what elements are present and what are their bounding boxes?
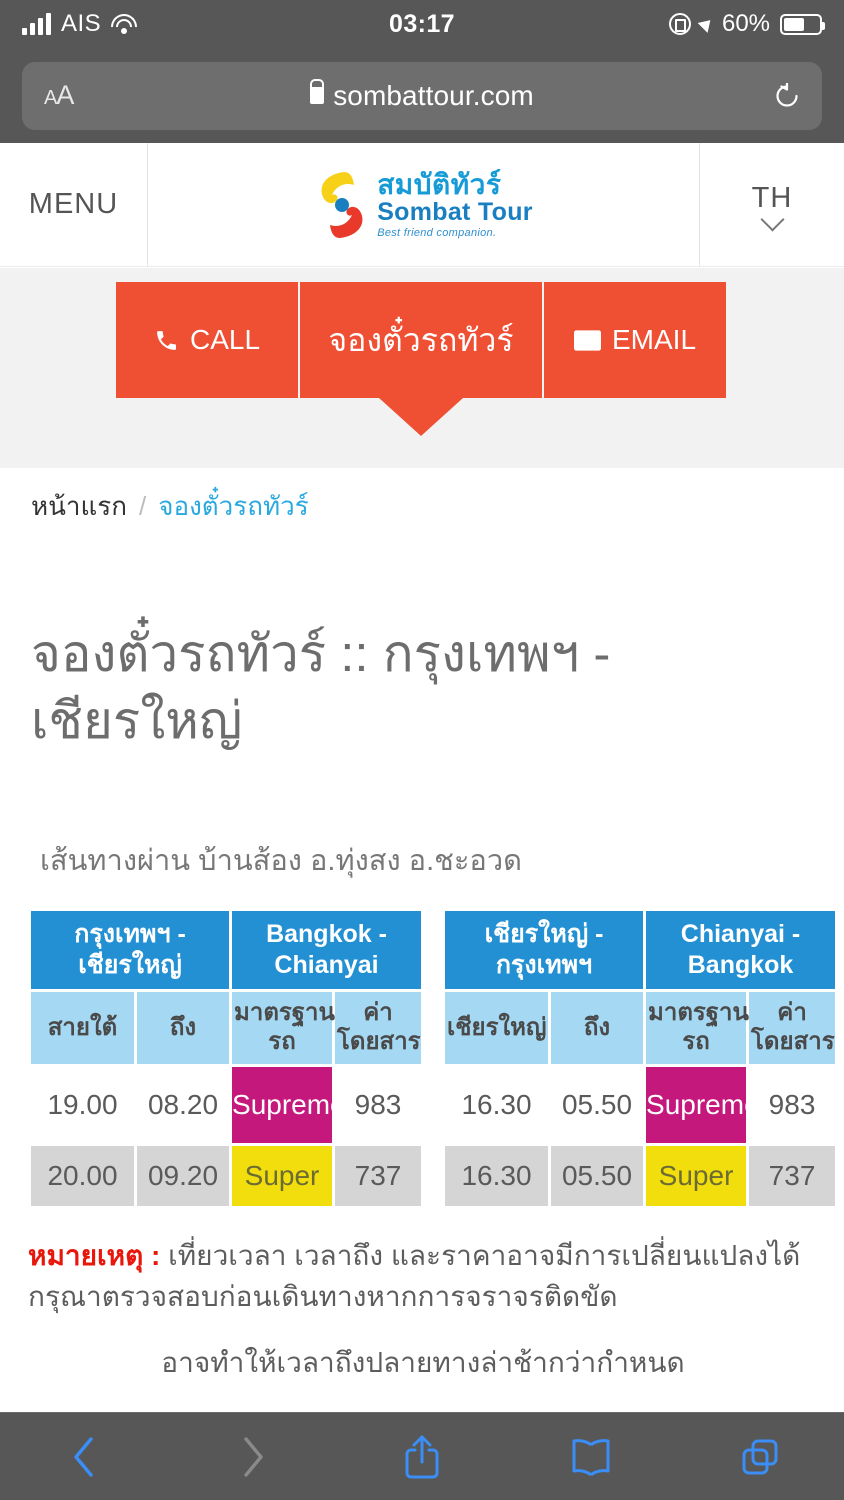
reload-icon[interactable]: [774, 82, 800, 109]
table-header-thai: เชียรใหญ่ - กรุงเทพฯ: [445, 911, 644, 989]
book-ticket-label: จองตั๋วรถทัวร์: [328, 321, 514, 358]
cell-bus-class-supreme: Supreme: [646, 1067, 760, 1143]
battery-percent-label: 60%: [721, 10, 771, 37]
action-button-group: CALL จองตั๋วรถทัวร์ EMAIL: [116, 282, 726, 436]
language-switcher[interactable]: TH: [700, 143, 844, 266]
menu-button[interactable]: MENU: [0, 143, 148, 266]
column-header-bus-class: มาตรฐานรถ: [646, 992, 749, 1064]
battery-icon: [780, 13, 826, 35]
note-line-2: กรุณาตรวจสอบก่อนเดินทางหากการจราจรติดขัด: [28, 1280, 618, 1312]
column-header-fare: ค่าโดยสาร: [335, 992, 422, 1064]
url-text: sombattour.com: [333, 79, 534, 111]
menu-label: MENU: [28, 188, 119, 220]
table-row: 19.00 08.20 Supreme 983: [31, 1067, 422, 1143]
breadcrumb-current-link[interactable]: จองตั๋วรถทัวร์: [158, 486, 308, 527]
table-header-english: Chianyai - Bangkok: [646, 911, 836, 989]
schedule-note: หมายเหตุ : เที่ยวเวลา เวลาถึง และราคาอาจ…: [28, 1236, 818, 1384]
cell-depart: 20.00: [31, 1146, 134, 1206]
cell-fare: 983: [335, 1067, 422, 1143]
breadcrumb: หน้าแรก / จองตั๋วรถทัวร์: [31, 486, 309, 527]
sombat-logo-mark-icon: [314, 169, 370, 241]
phone-icon: [154, 328, 179, 353]
table-header-row: กรุงเทพฯ - เชียรใหญ่ Bangkok - Chianyai: [31, 911, 422, 989]
signal-bars-icon: [22, 13, 51, 35]
wifi-icon: [111, 14, 138, 34]
status-bar-right: 60%: [455, 10, 826, 38]
schedule-table-inbound: เชียรใหญ่ - กรุงเทพฯ Chianyai - Bangkok …: [442, 908, 838, 1209]
table-row: 16.30 05.50 Supreme 983: [445, 1067, 836, 1143]
column-header-arrive: ถึง: [137, 992, 230, 1064]
column-header-fare: ค่าโดยสาร: [749, 992, 836, 1064]
location-arrow-icon: [697, 15, 716, 33]
cell-fare: 737: [749, 1146, 836, 1206]
breadcrumb-home-link[interactable]: หน้าแรก: [31, 486, 127, 527]
cell-arrive: 08.20: [137, 1067, 230, 1143]
rotation-lock-icon: [668, 13, 691, 35]
lock-icon: [310, 79, 325, 104]
safari-url-bar-container: AA sombattour.com: [0, 48, 844, 143]
url-display[interactable]: sombattour.com: [22, 79, 822, 112]
note-line-3: อาจทำให้เวลาถึงปลายทางล่าช้ากว่ากำหนด: [161, 1347, 685, 1379]
book-ticket-button[interactable]: จองตั๋วรถทัวร์: [298, 282, 542, 436]
action-bar: CALL จองตั๋วรถทัวร์ EMAIL: [0, 268, 844, 468]
active-tab-caret-icon: [379, 398, 463, 436]
breadcrumb-separator: /: [138, 491, 147, 521]
cell-bus-class-super: Super: [232, 1146, 333, 1206]
tabs-icon[interactable]: [725, 1427, 795, 1487]
cell-fare: 983: [749, 1067, 836, 1143]
table-row: 20.00 09.20 Super 737: [31, 1146, 422, 1206]
site-header: MENU สมบัติทัวร์ Sombat Tour Best friend…: [0, 143, 844, 267]
cell-arrive: 05.50: [551, 1146, 644, 1206]
site-logo: สมบัติทัวร์ Sombat Tour Best friend comp…: [314, 169, 533, 241]
cell-depart: 16.30: [445, 1146, 549, 1206]
status-bar-left: AIS: [22, 10, 389, 38]
logo-thai-text: สมบัติทัวร์: [377, 168, 502, 200]
call-button-label: CALL: [189, 324, 261, 355]
note-label: หมายเหตุ :: [28, 1240, 161, 1271]
share-icon[interactable]: [387, 1427, 457, 1487]
phone-screen: AIS 03:17 60% AA sombattour.com MENU สมบ…: [0, 0, 844, 1500]
cell-arrive: 05.50: [551, 1067, 644, 1143]
site-logo-link[interactable]: สมบัติทัวร์ Sombat Tour Best friend comp…: [148, 143, 700, 266]
logo-english-text: Sombat Tour: [377, 197, 533, 226]
email-button-label: EMAIL: [611, 324, 697, 355]
bookmarks-book-icon[interactable]: [556, 1427, 626, 1487]
schedule-tables: กรุงเทพฯ - เชียรใหญ่ Bangkok - Chianyai …: [28, 908, 836, 1209]
cell-arrive: 09.20: [137, 1146, 230, 1206]
cell-bus-class-super: Super: [646, 1146, 747, 1206]
email-button[interactable]: EMAIL: [542, 282, 726, 398]
route-subtitle: เส้นทางผ่าน บ้านส้อง อ.ทุ่งสง อ.ชะอวด: [40, 845, 522, 877]
carrier-label: AIS: [61, 10, 102, 37]
table-header-row: เชียรใหญ่ - กรุงเทพฯ Chianyai - Bangkok: [445, 911, 836, 989]
back-button[interactable]: [49, 1427, 119, 1487]
envelope-icon: [573, 329, 601, 351]
note-line-1: เที่ยวเวลา เวลาถึง และราคาอาจมีการเปลี่ย…: [168, 1240, 801, 1271]
cell-depart: 19.00: [31, 1067, 134, 1143]
ios-status-bar: AIS 03:17 60%: [0, 0, 844, 48]
logo-wordmark: สมบัติทัวร์ Sombat Tour Best friend comp…: [377, 168, 533, 239]
page-title: จองตั๋วรถทัวร์ :: กรุงเทพฯ - เชียรใหญ่: [31, 625, 611, 750]
column-header-depart: เชียรใหญ่: [445, 992, 549, 1064]
table-header-english: Bangkok - Chianyai: [232, 911, 422, 989]
table-subheader-row: เชียรใหญ่ ถึง มาตรฐานรถ ค่าโดยสาร: [445, 992, 836, 1064]
logo-tagline: Best friend companion.: [377, 226, 497, 239]
cell-bus-class-supreme: Supreme: [232, 1067, 346, 1143]
table-row: 16.30 05.50 Super 737: [445, 1146, 836, 1206]
table-subheader-row: สายใต้ ถึง มาตรฐานรถ ค่าโดยสาร: [31, 992, 422, 1064]
safari-url-bar[interactable]: AA sombattour.com: [22, 61, 822, 130]
safari-bottom-toolbar: [0, 1412, 844, 1500]
column-header-depart: สายใต้: [31, 992, 134, 1064]
call-button[interactable]: CALL: [116, 282, 298, 398]
schedule-table-outbound: กรุงเทพฯ - เชียรใหญ่ Bangkok - Chianyai …: [28, 908, 424, 1209]
column-header-bus-class: มาตรฐานรถ: [232, 992, 335, 1064]
table-header-thai: กรุงเทพฯ - เชียรใหญ่: [31, 911, 230, 989]
status-bar-clock: 03:17: [389, 9, 455, 38]
cell-depart: 16.30: [445, 1067, 549, 1143]
forward-button[interactable]: [218, 1427, 288, 1487]
cell-fare: 737: [335, 1146, 422, 1206]
column-header-arrive: ถึง: [551, 992, 644, 1064]
